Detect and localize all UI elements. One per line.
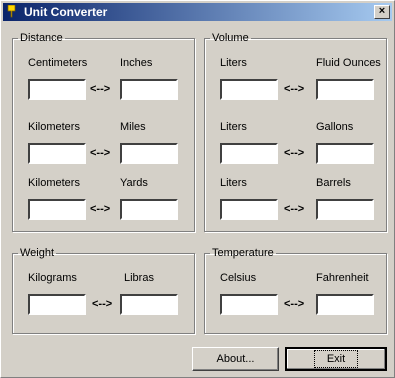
liters-gallons-input[interactable] bbox=[220, 143, 278, 164]
weight-right-label: Libras bbox=[124, 272, 154, 284]
liters-barrels-input[interactable] bbox=[220, 199, 278, 220]
libras-input[interactable] bbox=[120, 294, 178, 315]
inches-input[interactable] bbox=[120, 79, 178, 100]
distance-row3-arrow: <--> bbox=[90, 203, 111, 215]
distance-row3-right-label: Yards bbox=[120, 177, 148, 189]
volume-row1-arrow: <--> bbox=[284, 83, 305, 95]
fahrenheit-input[interactable] bbox=[316, 294, 374, 315]
title-bar[interactable]: Unit Converter × bbox=[3, 3, 392, 21]
unit-converter-window: Unit Converter × Distance Centimeters In… bbox=[0, 0, 395, 378]
distance-row3-left-label: Kilometers bbox=[28, 177, 80, 189]
exit-button[interactable]: Exit bbox=[285, 347, 387, 371]
kilograms-input[interactable] bbox=[28, 294, 86, 315]
gallons-input[interactable] bbox=[316, 143, 374, 164]
volume-row2-arrow: <--> bbox=[284, 147, 305, 159]
volume-row3-right-label: Barrels bbox=[316, 177, 351, 189]
weight-arrow: <--> bbox=[92, 298, 113, 310]
liters-fluid-ounces-input[interactable] bbox=[220, 79, 278, 100]
temperature-group: Temperature bbox=[204, 247, 387, 334]
distance-row1-right-label: Inches bbox=[120, 57, 153, 69]
volume-row3-arrow: <--> bbox=[284, 203, 305, 215]
barrels-input[interactable] bbox=[316, 199, 374, 220]
volume-row1-left-label: Liters bbox=[220, 57, 247, 69]
weight-group: Weight bbox=[12, 247, 195, 334]
centimeters-input[interactable] bbox=[28, 79, 86, 100]
distance-row1-arrow: <--> bbox=[90, 83, 111, 95]
kilometers-miles-input[interactable] bbox=[28, 143, 86, 164]
app-icon bbox=[7, 5, 16, 18]
fluid-ounces-input[interactable] bbox=[316, 79, 374, 100]
about-button-label: About... bbox=[216, 353, 255, 365]
temperature-legend: Temperature bbox=[212, 247, 274, 259]
close-button[interactable]: × bbox=[374, 5, 390, 19]
volume-row1-right-label: Fluid Ounces bbox=[316, 57, 381, 69]
volume-row2-left-label: Liters bbox=[220, 121, 247, 133]
distance-row2-left-label: Kilometers bbox=[28, 121, 80, 133]
celsius-input[interactable] bbox=[220, 294, 278, 315]
temperature-left-label: Celsius bbox=[220, 272, 257, 284]
window-title: Unit Converter bbox=[24, 5, 108, 19]
volume-legend: Volume bbox=[212, 32, 249, 44]
temperature-right-label: Fahrenheit bbox=[316, 272, 369, 284]
distance-row1-left-label: Centimeters bbox=[28, 57, 88, 69]
weight-left-label: Kilograms bbox=[28, 272, 77, 284]
weight-legend: Weight bbox=[20, 247, 55, 259]
exit-button-label: Exit bbox=[313, 350, 359, 368]
yards-input[interactable] bbox=[120, 199, 178, 220]
distance-row2-right-label: Miles bbox=[120, 121, 146, 133]
volume-row2-right-label: Gallons bbox=[316, 121, 354, 133]
volume-row3-left-label: Liters bbox=[220, 177, 247, 189]
kilometers-yards-input[interactable] bbox=[28, 199, 86, 220]
distance-row2-arrow: <--> bbox=[90, 147, 111, 159]
about-button[interactable]: About... bbox=[192, 347, 279, 371]
temperature-arrow: <--> bbox=[284, 298, 305, 310]
close-icon: × bbox=[378, 5, 386, 17]
miles-input[interactable] bbox=[120, 143, 178, 164]
distance-legend: Distance bbox=[20, 32, 63, 44]
